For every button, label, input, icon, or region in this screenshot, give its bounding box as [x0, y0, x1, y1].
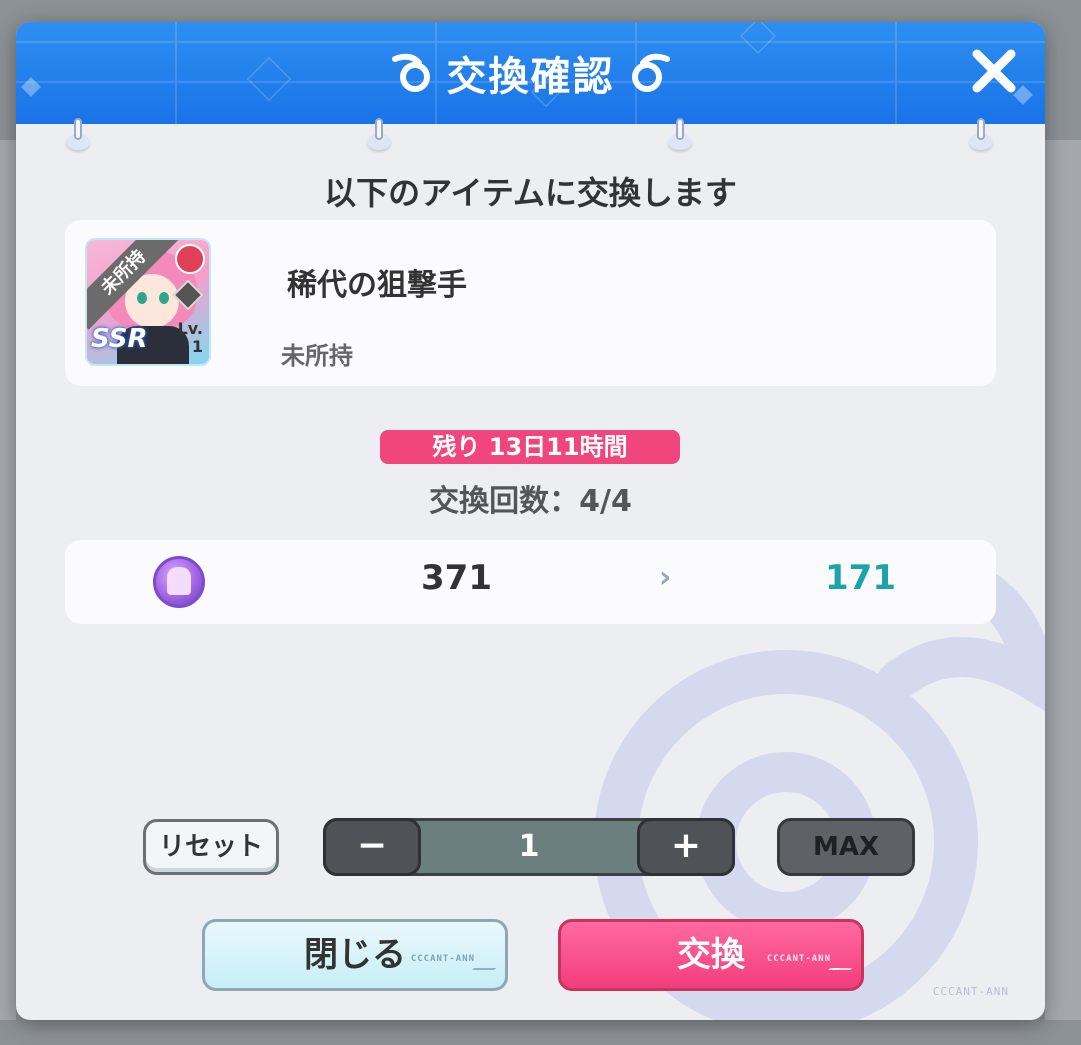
decrement-button[interactable]: −: [323, 818, 421, 876]
item-owned-status: 未所持: [281, 342, 353, 370]
item-thumbnail[interactable]: 未所持 SSR Lv. 1: [85, 238, 211, 366]
item-card: 未所持 SSR Lv. 1 稀代の狙撃手 未所持: [65, 220, 996, 386]
dialog-title-text: 交換確認: [446, 54, 615, 100]
exchange-count: 交換回数：4/4: [429, 484, 632, 519]
rarity-label: SSR: [91, 324, 148, 354]
close-icon: [972, 49, 1016, 93]
close-x-button[interactable]: [965, 42, 1023, 100]
button-tag: CCCANT-ANN: [410, 954, 475, 964]
dialog-header: 交換確認: [16, 22, 1045, 124]
remaining-time-badge: 残り 13日11時間: [380, 430, 680, 464]
increment-button[interactable]: +: [637, 818, 735, 876]
level-label: Lv. 1: [177, 319, 203, 356]
quantity-value: 1: [518, 829, 540, 864]
thumbnail-eye: [159, 292, 169, 304]
brand-mark: CCCANT-ANN: [932, 985, 1009, 998]
background-panel-left: [0, 140, 16, 1020]
max-button[interactable]: MAX: [777, 818, 915, 876]
item-name: 稀代の狙撃手: [287, 268, 467, 303]
binder-pins: [16, 118, 1045, 158]
background-panel-right: [1045, 140, 1081, 1020]
button-tag: CCCANT-ANN: [766, 954, 831, 964]
binder-pin: [367, 118, 391, 152]
attribute-badge-icon: [175, 244, 205, 274]
chevron-right-icon: ›: [659, 560, 672, 595]
thumbnail-eye: [137, 292, 147, 304]
cost-after: 171: [825, 558, 896, 598]
binder-pin: [66, 118, 90, 152]
exchange-confirm-dialog: 交換確認 以下のアイテムに交換します 未所持 SSR Lv. 1 稀代の狙撃手 …: [16, 22, 1045, 1020]
dialog-subtitle: 以下のアイテムに交換します: [324, 174, 737, 212]
wing-right-icon: [631, 53, 670, 92]
close-button-label: 閉じる: [304, 935, 406, 975]
dialog-title: 交換確認: [16, 44, 1045, 102]
wing-left-icon: [391, 53, 430, 92]
binder-pin: [969, 118, 993, 152]
cost-before: 371: [421, 558, 492, 598]
binder-pin: [668, 118, 692, 152]
reset-button[interactable]: リセット: [143, 819, 279, 875]
cost-card: 371 › 171: [65, 540, 996, 624]
purple-medal-icon: [153, 556, 205, 608]
close-button[interactable]: 閉じる CCCANT-ANN: [202, 919, 508, 991]
quantity-stepper: − 1 +: [323, 818, 735, 876]
exchange-button-label: 交換: [677, 935, 745, 975]
exchange-button[interactable]: 交換 CCCANT-ANN: [558, 919, 864, 991]
